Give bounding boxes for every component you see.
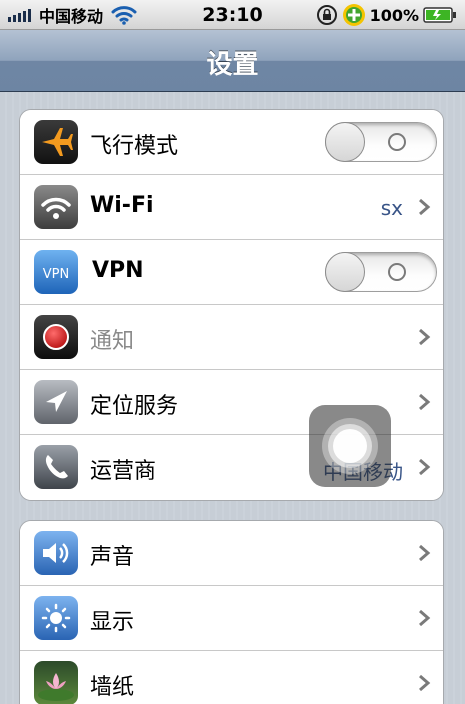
toggle-knob: [325, 122, 365, 162]
row-label: 墙纸: [90, 675, 135, 700]
row-label: 飞行模式: [90, 134, 179, 159]
toggle-off-icon: [388, 133, 406, 151]
wifi-icon: [34, 185, 78, 229]
wallpaper-icon: [34, 661, 78, 704]
toggle-off-icon: [388, 263, 406, 281]
row-brightness[interactable]: 显示: [20, 586, 443, 651]
toggle-knob: [325, 252, 365, 292]
chevron-right-icon: [419, 393, 431, 411]
battery-percent: 100%: [369, 5, 419, 25]
chevron-right-icon: [419, 674, 431, 692]
chevron-right-icon: [419, 458, 431, 476]
rotation-lock-icon: [316, 5, 337, 25]
chevron-right-icon: [419, 609, 431, 627]
row-label: 运营商: [90, 459, 157, 484]
row-label: Wi-Fi: [90, 193, 154, 218]
airplane-mode-toggle[interactable]: [325, 122, 437, 162]
row-vpn[interactable]: VPN VPN: [20, 240, 443, 305]
notifications-icon: [34, 315, 78, 359]
row-label: 通知: [90, 329, 135, 354]
airplane-icon: [34, 120, 78, 164]
row-notifications[interactable]: 通知: [20, 305, 443, 370]
row-wifi[interactable]: Wi-Fi sx: [20, 175, 443, 240]
phone-icon: [34, 445, 78, 489]
row-wallpaper[interactable]: 墙纸: [20, 651, 443, 704]
sound-icon: [34, 531, 78, 575]
app-badge-icon: [342, 4, 365, 26]
page-title: 设置: [206, 50, 259, 80]
settings-group-device: 声音 显示 墙纸: [19, 520, 444, 704]
vpn-toggle[interactable]: [325, 252, 437, 292]
row-label: 声音: [90, 545, 135, 570]
wifi-network-value: sx: [380, 196, 403, 220]
navigation-bar: 设置: [0, 30, 465, 92]
chevron-right-icon: [419, 198, 431, 216]
row-label: 定位服务: [90, 394, 179, 419]
row-airplane-mode[interactable]: 飞行模式: [20, 110, 443, 175]
vpn-icon-text: VPN: [43, 267, 69, 282]
battery-icon: [423, 7, 456, 23]
assistive-touch-button[interactable]: [309, 405, 391, 487]
settings-list: 飞行模式 Wi-Fi sx VPN VPN 通知 定位服务 运营商 声音 显示 …: [0, 92, 465, 704]
chevron-right-icon: [419, 544, 431, 562]
status-bar: 中国移动 23:10 100%: [0, 0, 465, 30]
status-right: 100%: [316, 4, 457, 26]
row-sounds[interactable]: 声音: [20, 521, 443, 586]
chevron-right-icon: [419, 328, 431, 346]
row-label: VPN: [92, 258, 144, 283]
vpn-icon: VPN: [34, 250, 78, 294]
row-label: 显示: [90, 610, 135, 635]
location-icon: [34, 380, 78, 424]
brightness-icon: [34, 596, 78, 640]
